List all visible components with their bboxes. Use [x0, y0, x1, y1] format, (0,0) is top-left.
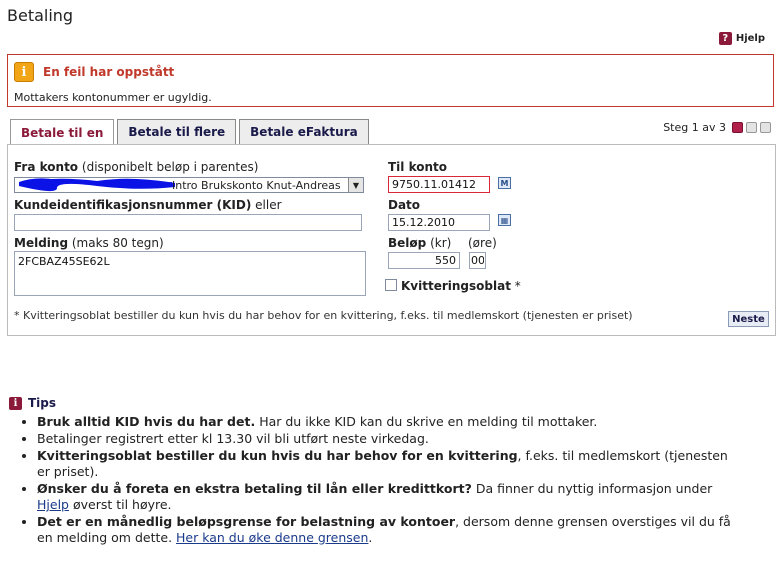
ore-label: (øre): [468, 236, 497, 250]
to-account-input[interactable]: [388, 176, 490, 193]
help-label: Hjelp: [735, 33, 765, 44]
date-label: Dato: [388, 198, 421, 212]
tips-heading: i Tips: [9, 396, 56, 410]
help-icon: ?: [718, 32, 732, 45]
tab-betale-til-en[interactable]: Betale til en: [10, 119, 115, 145]
from-account-value: Intro Brukskonto Knut-Andreas: [172, 179, 341, 192]
address-book-icon[interactable]: M: [498, 177, 511, 189]
receipt-label: Kvitteringsoblat *: [401, 279, 521, 293]
list-item: Betalinger registrert etter kl 13.30 vil…: [37, 431, 739, 447]
chevron-down-icon[interactable]: ▼: [348, 178, 363, 192]
receipt-checkbox[interactable]: [385, 279, 397, 291]
from-account-label: Fra konto (disponibelt beløp i parentes): [14, 160, 259, 174]
next-button[interactable]: Neste: [728, 311, 769, 327]
list-item: Det er en månedlig beløpsgrense for bela…: [37, 514, 739, 546]
help-link[interactable]: ? Hjelp: [718, 32, 765, 45]
from-account-select[interactable]: Intro Brukskonto Knut-Andreas ▼: [14, 177, 364, 193]
help-inline-link[interactable]: Hjelp: [37, 497, 69, 512]
error-title: En feil har oppstått: [43, 65, 175, 79]
kid-input[interactable]: [14, 214, 362, 231]
message-textarea[interactable]: 2FCBAZ45SE62L: [14, 251, 366, 296]
receipt-footnote: * Kvitteringsoblat bestiller du kun hvis…: [14, 309, 633, 322]
step-dot-1: [732, 122, 743, 133]
tips-title: Tips: [28, 396, 57, 410]
amount-kr-input[interactable]: [388, 252, 460, 269]
info-icon: i: [9, 396, 22, 410]
error-box: i En feil har oppstått Mottakers kontonu…: [7, 54, 774, 107]
tab-betale-til-flere[interactable]: Betale til flere: [117, 119, 237, 144]
warning-icon: i: [14, 62, 34, 82]
step-dot-2: [746, 122, 757, 133]
amount-label: Beløp (kr): [388, 236, 452, 250]
amount-ore-input[interactable]: [469, 252, 486, 269]
message-label: Melding (maks 80 tegn): [14, 236, 164, 250]
list-item: Kvitteringsoblat bestiller du kun hvis d…: [37, 448, 739, 480]
step-label: Steg 1 av 3: [663, 121, 726, 134]
payment-form: Fra konto (disponibelt beløp i parentes)…: [7, 144, 776, 336]
kid-label: Kundeidentifikasjonsnummer (KID) eller: [14, 198, 282, 212]
tab-betale-efaktura[interactable]: Betale eFaktura: [239, 119, 369, 144]
list-item: Ønsker du å foreta en ekstra betaling ti…: [37, 481, 739, 513]
to-account-label: Til konto: [388, 160, 448, 174]
tips-list: Bruk alltid KID hvis du har det. Har du …: [19, 414, 739, 547]
calendar-icon[interactable]: ▦: [498, 214, 511, 226]
step-dot-3: [760, 122, 771, 133]
list-item: Bruk alltid KID hvis du har det. Har du …: [37, 414, 739, 430]
error-message: Mottakers kontonummer er ugyldig.: [14, 91, 212, 104]
payment-tabs: Betale til en Betale til flere Betale eF…: [10, 119, 369, 145]
increase-limit-link[interactable]: Her kan du øke denne grensen: [176, 530, 368, 545]
page-title: Betaling: [7, 6, 74, 25]
redaction-scribble: [19, 178, 175, 192]
step-indicator: Steg 1 av 3: [663, 121, 771, 134]
date-input[interactable]: [388, 214, 490, 231]
